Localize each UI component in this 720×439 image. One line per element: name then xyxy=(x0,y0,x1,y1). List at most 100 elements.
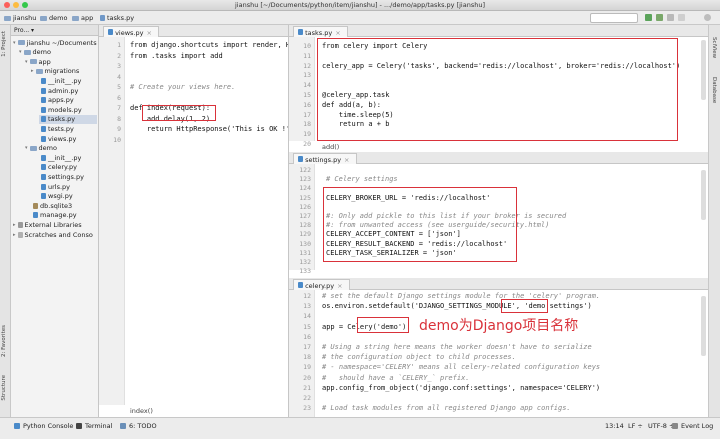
todo-button[interactable]: 6: TODO xyxy=(120,422,157,430)
highlight-celery-settings xyxy=(323,187,517,262)
line-number: 10 xyxy=(303,42,311,50)
expand-caret-icon[interactable]: ▸ xyxy=(13,222,16,228)
project-tree-item[interactable]: tests.py xyxy=(39,124,97,133)
project-tree-item[interactable]: __init__.py xyxy=(39,153,97,162)
close-tab-icon[interactable]: × xyxy=(146,29,151,37)
tasks-function-breadcrumb[interactable]: add() xyxy=(322,143,339,151)
status-label: Event Log xyxy=(681,422,714,430)
project-tree-item[interactable]: admin.py xyxy=(39,86,97,95)
project-tree-item[interactable]: urls.py xyxy=(39,182,97,191)
tree-item-label: jianshu ~/Documents xyxy=(26,38,97,47)
left-tool-strip: 1: Project 2: Favorites Structure xyxy=(0,25,11,417)
tasks-scrollbar[interactable] xyxy=(701,40,706,100)
tree-item-label: Scratches and Conso xyxy=(24,230,93,239)
expand-caret-icon[interactable]: ▾ xyxy=(19,49,22,55)
breadcrumb-project[interactable]: jianshu xyxy=(4,14,36,22)
expand-caret-icon[interactable]: ▸ xyxy=(13,232,16,238)
project-tree-item[interactable]: apps.py xyxy=(39,96,97,105)
project-tree-item[interactable]: ▸ migrations xyxy=(31,67,97,76)
tree-item-label: apps.py xyxy=(48,96,74,105)
line-number: 15 xyxy=(303,91,311,99)
tree-item-label: wsgi.py xyxy=(48,192,73,201)
breadcrumb-label: jianshu xyxy=(13,14,37,22)
event-log-button[interactable]: Event Log xyxy=(672,422,713,430)
line-number: 126 xyxy=(299,202,311,211)
project-tree-item[interactable]: db.sqlite3 xyxy=(31,201,97,210)
line-number: 14 xyxy=(303,312,311,321)
close-tab-icon[interactable]: × xyxy=(335,29,340,37)
debug-icon[interactable] xyxy=(656,14,663,21)
line-separator-select[interactable]: LF ÷ xyxy=(628,422,643,430)
line-number: 19 xyxy=(303,130,311,139)
project-tree-item[interactable]: manage.py xyxy=(31,211,97,220)
project-tree-item[interactable]: ▾ demo xyxy=(19,48,97,57)
terminal-button[interactable]: Terminal xyxy=(76,422,112,430)
breadcrumb-app[interactable]: app xyxy=(72,14,93,22)
coverage-icon[interactable] xyxy=(667,14,674,21)
sciview-tool-tab[interactable]: SciView xyxy=(711,37,717,58)
code-line: from django.shortcuts import render, H xyxy=(130,41,291,49)
expand-caret-icon[interactable]: ▾ xyxy=(25,145,28,151)
project-tree-item[interactable]: ▸ Scratches and Conso xyxy=(13,230,97,239)
search-icon[interactable] xyxy=(704,14,711,21)
project-tree-item[interactable]: celery.py xyxy=(39,163,97,172)
python-file-icon xyxy=(41,116,46,123)
breadcrumb-demo[interactable]: demo xyxy=(40,14,67,22)
database-tool-tab[interactable]: Database xyxy=(711,77,717,103)
python-console-button[interactable]: Python Console xyxy=(14,422,73,430)
tab-views-py[interactable]: views.py × xyxy=(103,26,159,37)
tree-item-label: admin.py xyxy=(48,86,79,95)
project-tree-item[interactable]: ▾ app xyxy=(25,57,97,66)
python-file-icon xyxy=(41,164,46,171)
structure-tool-tab[interactable]: Structure xyxy=(1,375,7,401)
tasks-tab-bar: tasks.py × xyxy=(289,25,708,37)
close-tab-icon[interactable]: × xyxy=(344,156,349,164)
run-icon[interactable] xyxy=(645,14,652,21)
line-number: 19 xyxy=(303,363,311,372)
line-number: 122 xyxy=(299,166,311,174)
line-number: 12 xyxy=(303,61,311,70)
breadcrumb-file[interactable]: tasks.py xyxy=(100,14,134,22)
project-tree-item[interactable]: tasks.py xyxy=(39,114,97,124)
code-line: # - namespace='CELERY' means all celery-… xyxy=(322,363,601,372)
project-tree-item[interactable]: ▾ demo xyxy=(25,144,97,153)
python-file-icon xyxy=(41,77,46,84)
tab-tasks-py[interactable]: tasks.py × xyxy=(293,26,348,37)
status-label: Python Console xyxy=(23,422,74,430)
breadcrumb-label: app xyxy=(81,14,94,22)
tree-item-label: urls.py xyxy=(48,182,71,191)
views-function-breadcrumb[interactable]: index() xyxy=(130,407,153,415)
tab-celery-py[interactable]: celery.py × xyxy=(293,279,350,290)
expand-caret-icon[interactable]: ▾ xyxy=(13,40,16,46)
project-tree-item[interactable]: __init__.py xyxy=(39,76,97,85)
expand-caret-icon[interactable]: ▸ xyxy=(31,68,34,74)
close-tab-icon[interactable]: × xyxy=(337,282,342,290)
project-tool-tab[interactable]: 1: Project xyxy=(1,31,7,57)
encoding-select[interactable]: UTF-8 ÷ xyxy=(648,422,674,430)
python-file-icon xyxy=(298,156,303,162)
project-tree-item[interactable]: ▾ jianshu ~/Documents xyxy=(13,38,97,47)
code-line: # set the default Django settings module… xyxy=(322,292,601,300)
favorites-tool-tab[interactable]: 2: Favorites xyxy=(1,325,7,357)
caret-position[interactable]: 13:14 xyxy=(605,422,624,430)
tree-item-label: tests.py xyxy=(48,124,74,133)
folder-icon xyxy=(35,68,43,74)
celery-scrollbar[interactable] xyxy=(701,296,706,356)
tab-settings-py[interactable]: settings.py × xyxy=(293,153,357,164)
run-configuration-select[interactable] xyxy=(590,13,638,23)
project-view-selector[interactable]: Pro... ▾ xyxy=(11,25,98,36)
project-tree-item[interactable]: settings.py xyxy=(39,172,97,181)
expand-caret-icon[interactable]: ▾ xyxy=(25,59,28,65)
line-number: 20 xyxy=(303,140,311,148)
stop-icon[interactable] xyxy=(678,14,685,21)
tree-item-label: celery.py xyxy=(48,163,78,172)
project-tree-item[interactable]: models.py xyxy=(39,105,97,114)
python-console-icon xyxy=(14,423,20,429)
project-tree-item[interactable]: views.py xyxy=(39,134,97,143)
project-tree-item[interactable]: wsgi.py xyxy=(39,192,97,201)
settings-scrollbar[interactable] xyxy=(701,170,706,220)
project-tree-item[interactable]: ▸ External Libraries xyxy=(13,220,97,229)
line-number: 13 xyxy=(303,302,311,311)
title-bar: jianshu [~/Documents/python/item/jianshu… xyxy=(0,0,720,11)
todo-icon xyxy=(120,423,126,429)
